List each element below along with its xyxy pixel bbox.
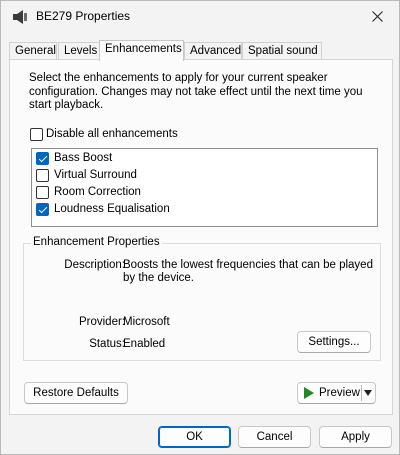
- tab-general[interactable]: General: [9, 42, 57, 60]
- list-item-label: Virtual Surround: [54, 169, 137, 181]
- enhancements-panel: Select the enhancements to apply for you…: [9, 59, 393, 415]
- speaker-icon: [13, 10, 27, 24]
- provider-value: Microsoft: [123, 316, 170, 328]
- close-button[interactable]: [355, 1, 399, 32]
- preview-split-button: Preview: [297, 382, 376, 404]
- preview-button[interactable]: Preview: [298, 383, 360, 403]
- checkbox-box[interactable]: [36, 203, 49, 216]
- provider-label: Provider:: [78, 316, 125, 328]
- ok-button[interactable]: OK: [158, 426, 231, 448]
- tab-strip: General Levels Enhancements Advanced Spa…: [9, 40, 393, 61]
- list-item-virtual-surround[interactable]: Virtual Surround: [36, 167, 374, 184]
- preview-label: Preview: [319, 387, 360, 399]
- list-item-label: Room Correction: [54, 186, 141, 198]
- status-label: Status:: [89, 338, 125, 350]
- split-divider: [361, 385, 362, 401]
- title-bar[interactable]: BE279 Properties: [1, 1, 399, 32]
- description-value-line2: by the device.: [123, 272, 194, 284]
- checkbox-box[interactable]: [36, 169, 49, 182]
- tab-spatial-sound[interactable]: Spatial sound: [242, 42, 322, 60]
- window-title: BE279 Properties: [36, 9, 131, 23]
- dropdown-arrow-icon[interactable]: [364, 390, 372, 396]
- tab-advanced[interactable]: Advanced: [184, 42, 242, 60]
- cancel-button[interactable]: Cancel: [238, 426, 311, 448]
- status-value: Enabled: [123, 338, 166, 350]
- restore-defaults-button[interactable]: Restore Defaults: [24, 382, 128, 404]
- checkbox-box[interactable]: [36, 186, 49, 199]
- group-title: Enhancement Properties: [31, 236, 162, 248]
- description-label: Description:: [64, 259, 125, 271]
- list-item-bass-boost[interactable]: Bass Boost: [36, 150, 374, 167]
- checkbox-box[interactable]: [36, 152, 49, 165]
- list-item-room-correction[interactable]: Room Correction: [36, 184, 374, 201]
- list-item-label: Loudness Equalisation: [54, 203, 170, 215]
- description-value-line1: Boosts the lowest frequencies that can b…: [123, 259, 373, 271]
- tab-enhancements[interactable]: Enhancements: [99, 40, 184, 61]
- properties-dialog: BE279 Properties General Levels Enhancem…: [0, 0, 400, 455]
- close-icon: [371, 11, 383, 22]
- play-icon: [304, 387, 314, 399]
- intro-text: Select the enhancements to apply for you…: [29, 72, 363, 111]
- checkbox-label: Disable all enhancements: [46, 128, 178, 140]
- checkbox-box[interactable]: [30, 128, 43, 141]
- enhancements-list[interactable]: Bass Boost Virtual Surround Room Correct…: [31, 148, 378, 227]
- settings-button[interactable]: Settings...: [297, 331, 371, 353]
- tab-levels[interactable]: Levels: [58, 42, 100, 60]
- list-item-loudness-equalisation[interactable]: Loudness Equalisation: [36, 201, 374, 218]
- apply-button[interactable]: Apply: [319, 426, 392, 448]
- list-item-label: Bass Boost: [54, 152, 113, 164]
